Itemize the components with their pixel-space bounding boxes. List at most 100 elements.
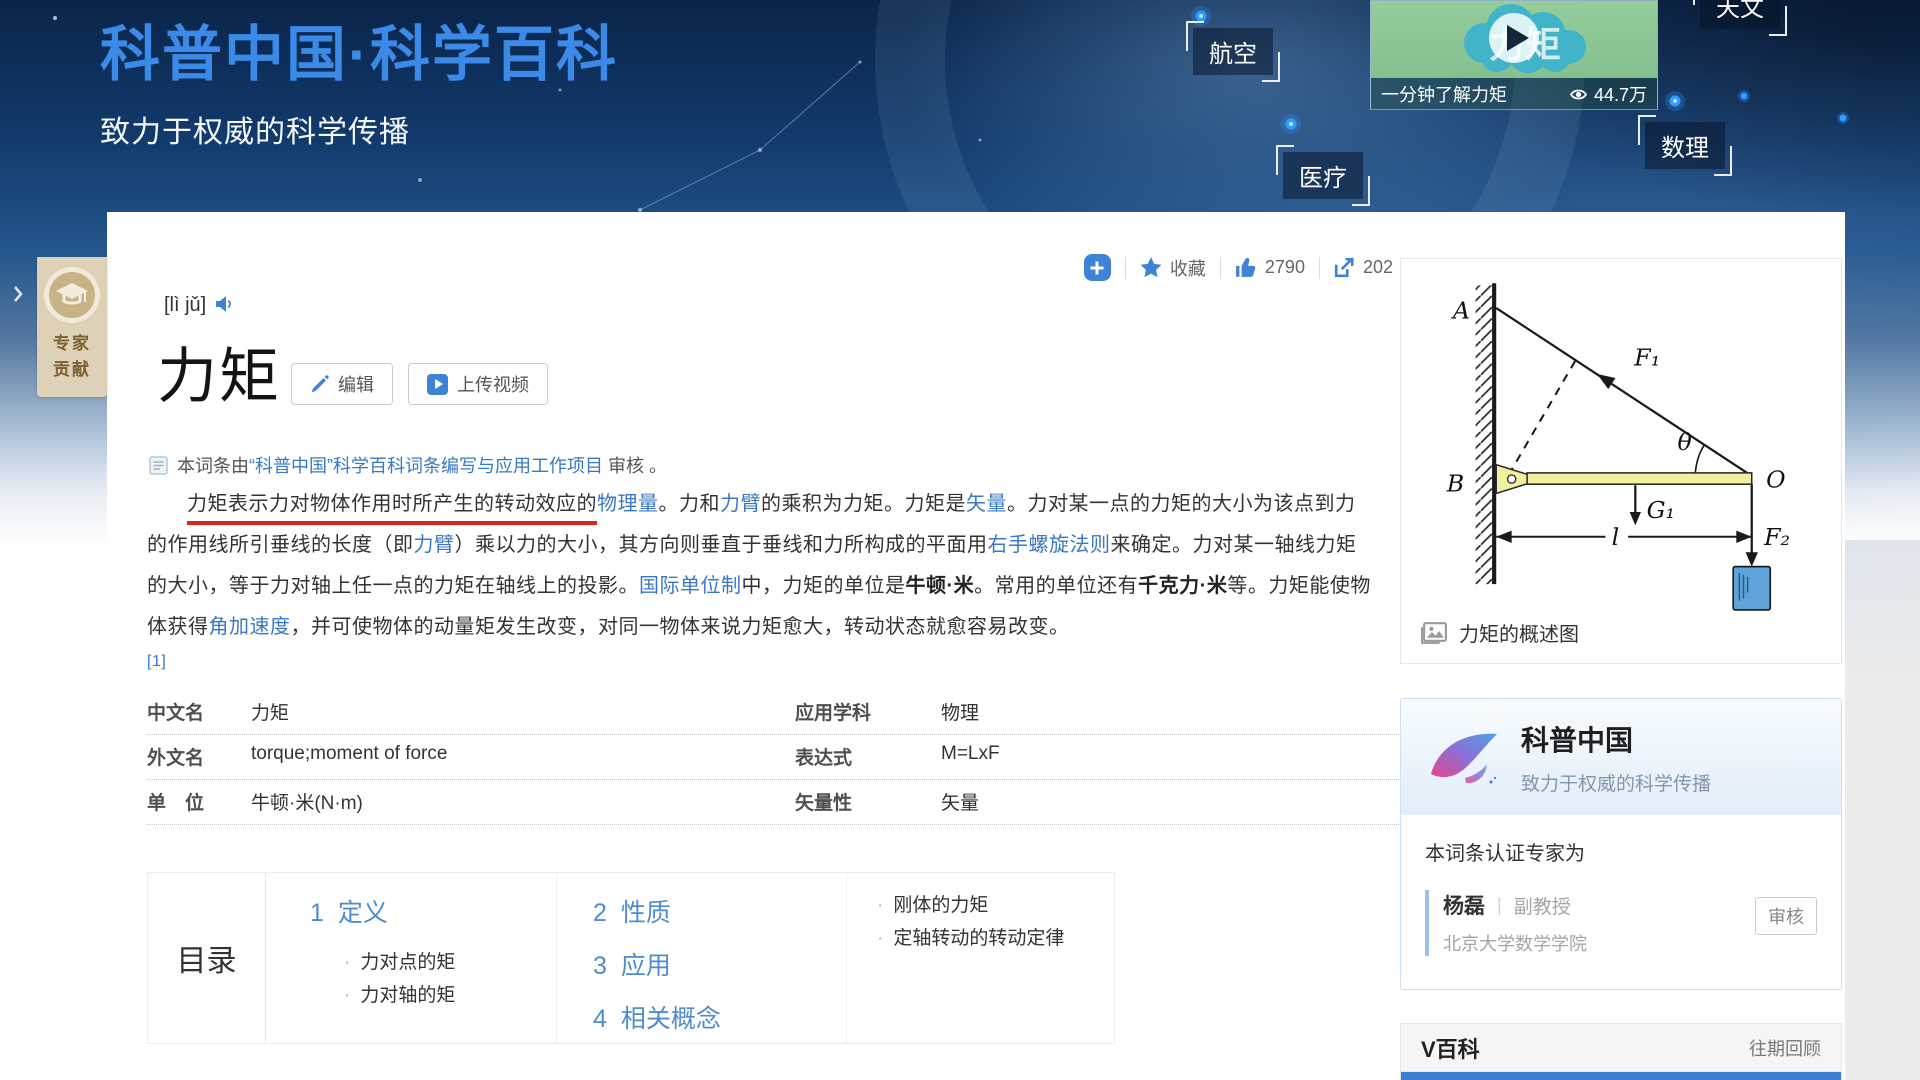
infobox-row: 中文名力矩 应用学科物理 <box>147 690 1409 735</box>
infobox-value: 物理 <box>941 698 979 725</box>
vbaike-title: V百科 <box>1421 1032 1480 1064</box>
tag-medical[interactable]: 医疗 <box>1283 152 1363 199</box>
expert-name: 杨磊 <box>1443 890 1485 920</box>
infobox-label: 应用学科 <box>795 698 941 725</box>
video-info-bar: 一分钟了解力矩 44.7万 <box>1371 78 1657 110</box>
infobox-value: torque;moment of force <box>251 743 447 770</box>
collect-button[interactable]: 收藏 <box>1140 255 1206 281</box>
infobox-value: M=LxF <box>941 743 1000 770</box>
expert-title: 副教授 <box>1514 892 1571 919</box>
entry-content-card: 收藏 2790 202 [lì jǔ] <box>107 212 1845 1080</box>
tag-astronomy[interactable]: 天文 <box>1700 0 1780 29</box>
reference-1-link[interactable]: [1] <box>147 653 166 670</box>
tag-aerospace[interactable]: 航空 <box>1193 28 1273 75</box>
expert-heading: 本词条认证专家为 <box>1425 837 1817 866</box>
torque-diagram: A B O F₁ θ G₁ l F₂ <box>1415 273 1835 613</box>
site-brand: 科普中国·科学百科 致力于权威的科学传播 <box>100 6 618 151</box>
kepu-card-slogan: 致力于权威的科学传播 <box>1521 769 1711 796</box>
figure-caption: 力矩的概述图 <box>1421 618 1579 647</box>
label-O: O <box>1766 465 1785 493</box>
divider: | <box>1497 895 1502 916</box>
edit-button[interactable]: 编辑 <box>291 363 393 405</box>
tag-math-physics[interactable]: 数理 <box>1645 122 1725 169</box>
like-button[interactable]: 2790 <box>1235 257 1305 278</box>
kepu-card-title: 科普中国 <box>1521 719 1711 759</box>
site-slogan: 致力于权威的科学传播 <box>100 107 618 151</box>
chevron-right-icon[interactable] <box>12 284 24 304</box>
infobox-label: 矢量性 <box>795 788 941 815</box>
label-F1: F₁ <box>1633 344 1660 372</box>
vbaike-banner-strip[interactable] <box>1401 1072 1841 1080</box>
image-icon <box>1421 619 1448 646</box>
toc-item-related-concepts[interactable]: 4相关概念 <box>593 999 846 1035</box>
vbaike-more-link[interactable]: 往期回顾 <box>1749 1035 1821 1061</box>
divider <box>1125 257 1126 279</box>
link-physical-quantity[interactable]: 物理量 <box>597 493 659 515</box>
review-text: 本词条由“科普中国”科学百科词条编写与应用工作项目 审核 。 <box>177 452 667 478</box>
vbaike-header: V百科 往期回顾 <box>1401 1024 1841 1072</box>
video-thumb-art: 力矩 <box>1371 1 1657 78</box>
divider <box>1220 257 1221 279</box>
toc-column-1: 1定义 力对点的矩 力对轴的矩 <box>266 873 556 1043</box>
table-of-contents: 目录 1定义 力对点的矩 力对轴的矩 2性质 3应用 4相关概念 刚体的力矩 定… <box>147 872 1115 1044</box>
video-thumbnail[interactable]: 力矩 <box>1371 1 1657 78</box>
toc-subitem-moment-about-axis[interactable]: 力对轴的矩 <box>344 979 556 1012</box>
link-angular-acceleration[interactable]: 角加速度 <box>209 616 291 638</box>
expert-badge-seal <box>44 267 100 323</box>
infobox-label: 单 位 <box>147 788 251 815</box>
entry-title-buttons: 编辑 上传视频 <box>291 363 548 405</box>
toc-heading: 目录 <box>148 873 266 1043</box>
link-lever-arm[interactable]: 力臂 <box>720 493 761 515</box>
label-B: B <box>1446 469 1464 497</box>
expert-badge-text: 专家 贡献 <box>37 331 107 383</box>
toc-subitem-moment-about-point[interactable]: 力对点的矩 <box>344 946 556 979</box>
wall-hatching <box>1476 285 1495 584</box>
link-lever-arm-2[interactable]: 力臂 <box>414 534 455 556</box>
share-button[interactable]: 202 <box>1334 257 1393 278</box>
link-vector[interactable]: 矢量 <box>966 493 1007 515</box>
entry-actions-bar: 收藏 2790 202 <box>1084 254 1393 281</box>
review-chip[interactable]: 审核 <box>1755 897 1817 935</box>
eye-icon <box>1569 87 1588 102</box>
toc-item-definition[interactable]: 1定义 <box>310 893 556 929</box>
link-right-hand-rule[interactable]: 右手螺旋法则 <box>988 534 1111 556</box>
speaker-icon[interactable] <box>214 294 234 314</box>
pencil-icon <box>310 375 329 394</box>
toc-column-3: 刚体的力矩 定轴转动的转动定律 <box>846 873 1114 1043</box>
upload-video-button[interactable]: 上传视频 <box>408 363 548 405</box>
toc-item-applications[interactable]: 3应用 <box>593 946 846 982</box>
link-si-units[interactable]: 国际单位制 <box>639 575 742 597</box>
divider <box>1319 257 1320 279</box>
red-underline-text: 力矩表示力对物体作用时所产生的转动效应的 <box>187 493 597 525</box>
label-l: l <box>1612 523 1620 551</box>
site-logo-title[interactable]: 科普中国·科学百科 <box>100 6 618 93</box>
kepu-china-logo <box>1425 724 1501 790</box>
doc-icon <box>149 456 168 475</box>
infobox-value: 力矩 <box>251 698 289 725</box>
plus-icon[interactable] <box>1084 254 1111 281</box>
label-A: A <box>1451 296 1470 324</box>
page-title: 力矩 <box>157 328 281 415</box>
label-G1: G₁ <box>1647 496 1675 524</box>
toc-subitem-fixed-axis-rotation-law[interactable]: 定轴转动的转动定律 <box>877 922 1114 955</box>
infobox-row: 外文名torque;moment of force 表达式M=LxF <box>147 735 1409 780</box>
entry-infobox: 中文名力矩 应用学科物理 外文名torque;moment of force 表… <box>147 690 1409 825</box>
toc-subitem-rigid-body-torque[interactable]: 刚体的力矩 <box>877 889 1114 922</box>
infobox-row: 单 位牛顿·米(N·m) 矢量性矢量 <box>147 780 1409 825</box>
infobox-label: 外文名 <box>147 743 251 770</box>
entry-sidebar: A B O F₁ θ G₁ l F₂ 力矩的概述图 <box>1400 258 1842 1080</box>
page-right-gutter <box>1845 540 1920 1080</box>
review-statement: 本词条由“科普中国”科学百科词条编写与应用工作项目 审核 。 <box>149 452 667 478</box>
graduation-cap-icon <box>54 280 90 310</box>
overview-figure-card[interactable]: A B O F₁ θ G₁ l F₂ 力矩的概述图 <box>1400 258 1842 664</box>
vbaike-card: V百科 往期回顾 <box>1400 1023 1842 1080</box>
review-project-link[interactable]: “科普中国”科学百科词条编写与应用工作项目 <box>249 456 603 476</box>
entry-summary: 力矩表示力对物体作用时所产生的转动效应的物理量。力和力臂的乘积为力矩。力矩是矢量… <box>147 484 1375 673</box>
share-icon <box>1334 257 1355 278</box>
upload-video-icon <box>427 374 448 395</box>
expert-contribution-badge[interactable]: 专家 贡献 <box>37 257 107 397</box>
infobox-label: 中文名 <box>147 698 251 725</box>
toc-item-properties[interactable]: 2性质 <box>593 893 846 929</box>
infobox-label: 表达式 <box>795 743 941 770</box>
intro-video-card[interactable]: 力矩 一分钟了解力矩 44.7万 <box>1370 0 1658 110</box>
